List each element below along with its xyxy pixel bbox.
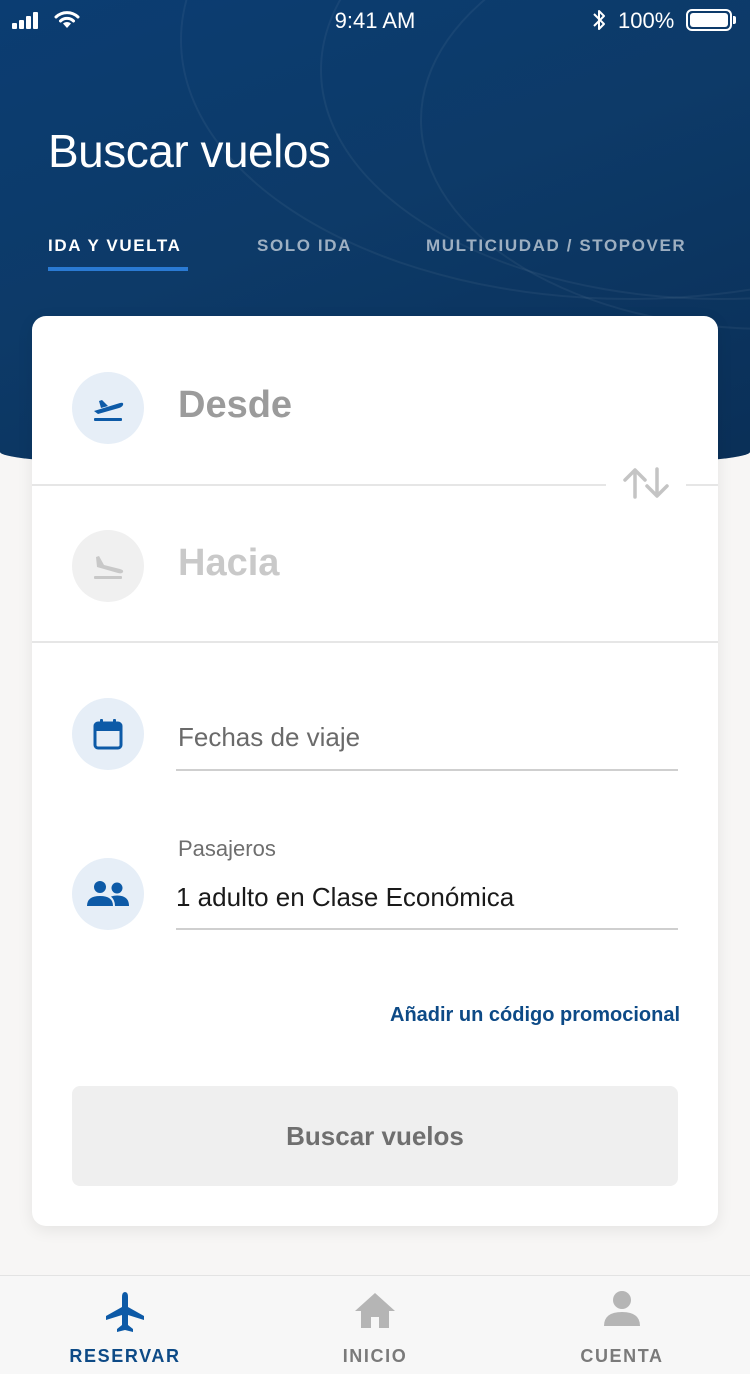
nav-item-account[interactable]: CUENTA: [497, 1276, 747, 1374]
swap-arrows-icon: [623, 467, 669, 499]
nav-label-home: INICIO: [342, 1346, 408, 1366]
nav-label-book: RESERVAR: [69, 1346, 181, 1366]
plane-arrival-icon: [94, 556, 124, 579]
passengers-label: Pasajeros: [178, 836, 276, 861]
battery-percentage: 100%: [618, 8, 675, 33]
tab-round-trip[interactable]: IDA Y VUELTA: [48, 236, 182, 256]
calendar-icon: [93, 719, 123, 750]
airplane-icon: [106, 1292, 144, 1332]
bluetooth-icon: [593, 10, 605, 30]
tab-multi-city[interactable]: MULTICIUDAD / STOPOVER: [426, 236, 686, 256]
from-field[interactable]: Desde: [178, 384, 292, 427]
nav-label-account: CUENTA: [580, 1346, 664, 1366]
search-form-card: Desde Hacia Fechas de viaje Pasajeros 1 …: [32, 316, 718, 1226]
active-tab-indicator: [48, 267, 188, 271]
to-field[interactable]: Hacia: [178, 542, 279, 585]
arrival-icon-circle: [72, 530, 144, 602]
page-title: Buscar vuelos: [48, 125, 331, 177]
bottom-navigation: RESERVAR INICIO CUENTA: [0, 1275, 750, 1374]
battery-icon: [686, 9, 736, 31]
passengers-value: 1 adulto en Clase Económica: [176, 882, 515, 912]
passengers-icon-circle: [72, 858, 144, 930]
travel-dates-placeholder: Fechas de viaje: [178, 722, 361, 752]
passengers-icon: [87, 881, 129, 906]
travel-dates-input[interactable]: Fechas de viaje: [176, 690, 678, 771]
passengers-input[interactable]: 1 adulto en Clase Económica: [176, 868, 678, 930]
search-flights-button[interactable]: Buscar vuelos: [72, 1086, 678, 1186]
tab-one-way[interactable]: SOLO IDA: [257, 236, 352, 256]
home-icon: [355, 1293, 395, 1328]
nav-item-book[interactable]: RESERVAR: [0, 1276, 250, 1374]
calendar-icon-circle: [72, 698, 144, 770]
user-icon: [604, 1291, 640, 1326]
nav-item-home[interactable]: INICIO: [250, 1276, 500, 1374]
plane-departure-icon: [94, 400, 124, 421]
add-promo-code-link[interactable]: Añadir un código promocional: [390, 1004, 680, 1027]
swap-button[interactable]: [606, 452, 686, 514]
divider: [32, 641, 718, 643]
departure-icon-circle: [72, 372, 144, 444]
status-bar: 9:41 AM 100%: [0, 0, 750, 40]
